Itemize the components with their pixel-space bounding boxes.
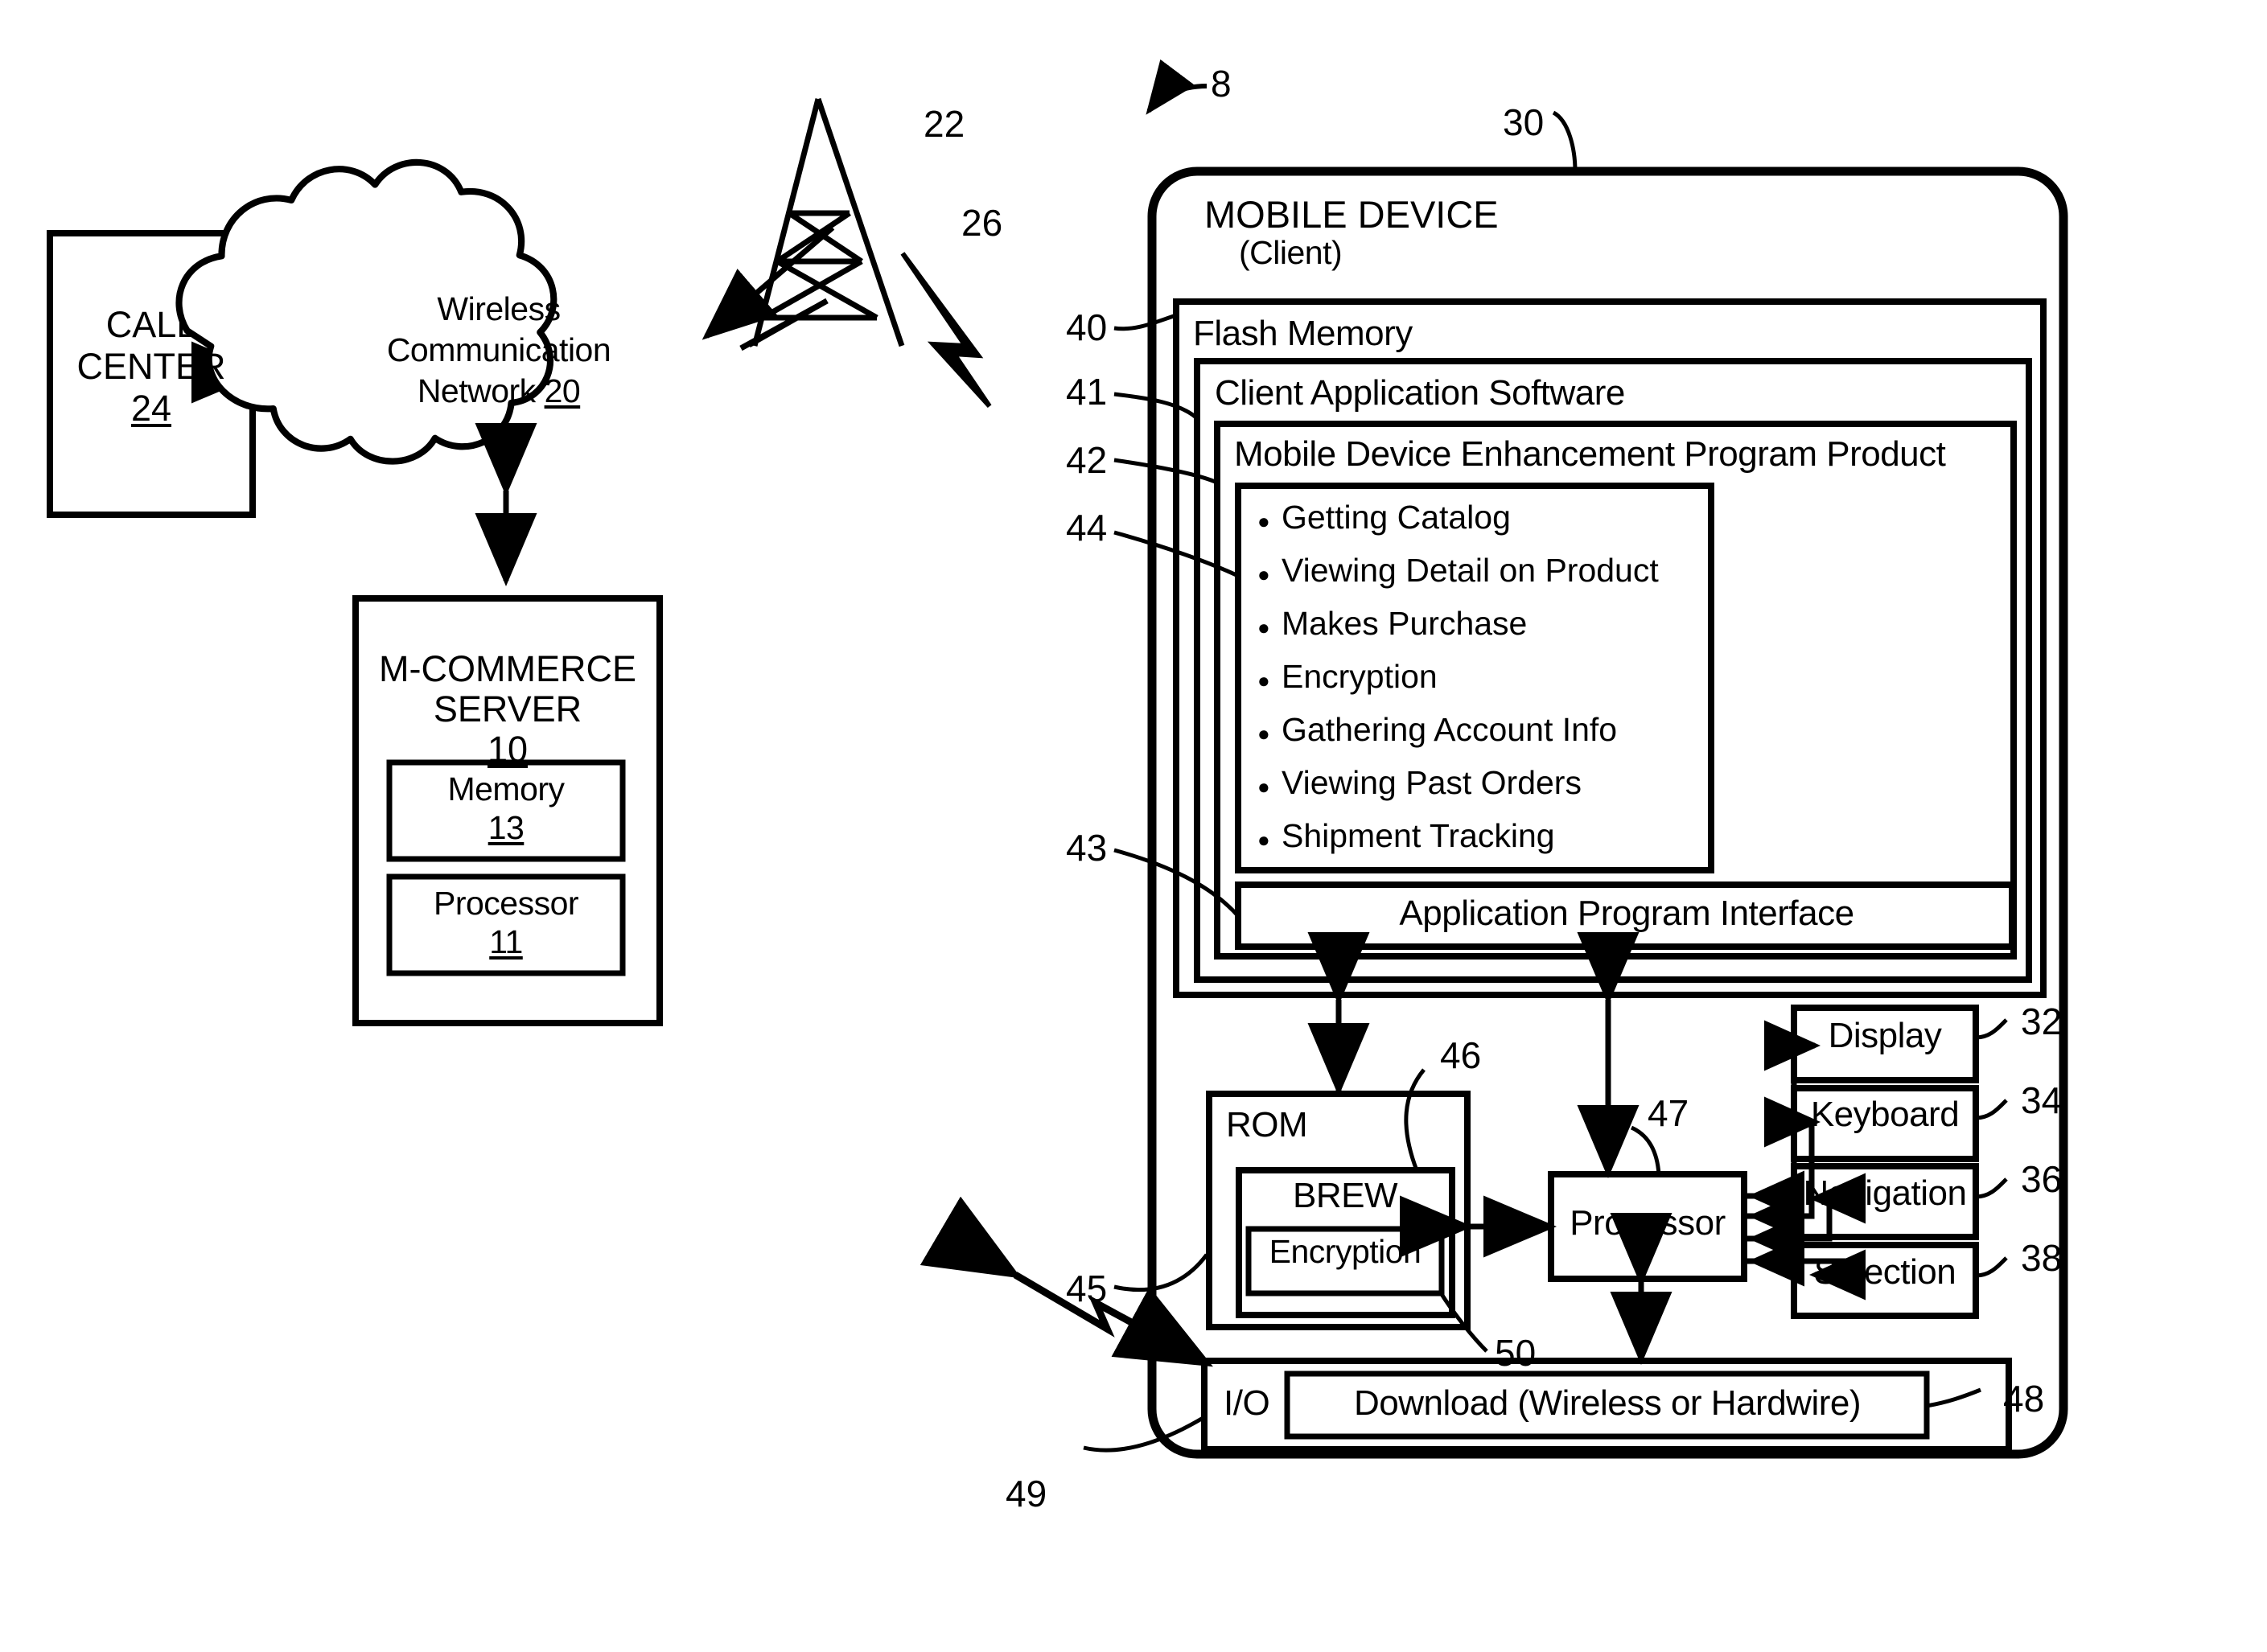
ref-peripheral-38: 38 <box>2021 1237 2063 1279</box>
download-label: Download (Wireless or Hardwire) <box>1354 1383 1862 1423</box>
bullet-dot-icon: ● <box>1257 615 1270 639</box>
mobile-device-title: MOBILE DEVICE <box>1204 193 1499 236</box>
bullet-dot-icon: ● <box>1257 509 1270 533</box>
call-center-line1: CALL <box>105 304 197 345</box>
feature-list-item: ● Getting Catalog <box>1257 499 1511 536</box>
mobile-device-subtitle: (Client) <box>1239 234 1343 271</box>
rom-label: ROM <box>1226 1105 1308 1144</box>
ref-feature-list-44: 44 <box>1066 507 1108 549</box>
call-center-line2: CENTER <box>76 346 226 387</box>
peripheral-label-display: Display <box>1828 1016 1942 1055</box>
cloud-line3: Network 20 <box>417 372 581 409</box>
feature-list-item-label: Getting Catalog <box>1282 499 1511 536</box>
system-ref-leader <box>1146 59 1208 115</box>
server-processor-label: Processor <box>433 885 579 922</box>
feature-list-item: ● Encryption <box>1257 658 1438 696</box>
ref-peripheral-34: 34 <box>2021 1079 2063 1121</box>
cell-tower-icon <box>739 97 905 351</box>
ref-client-app-software-41: 41 <box>1066 371 1108 413</box>
feature-list-item: ● Viewing Past Orders <box>1257 764 1582 802</box>
feature-list-item-label: Shipment Tracking <box>1282 817 1555 854</box>
cloud-line2: Communication <box>386 331 611 368</box>
client-app-software-label: Client Application Software <box>1215 373 1625 413</box>
ref-network-20: 20 <box>544 372 581 409</box>
bullet-dot-icon: ● <box>1257 721 1270 746</box>
peripheral-label-selection: Selection <box>1813 1252 1956 1292</box>
peripheral-label-navigation: Navigation <box>1803 1173 1967 1213</box>
ref-signal-26: 26 <box>961 202 1003 244</box>
flash-memory-label: Flash Memory <box>1193 314 1413 353</box>
wireless-signal-bolt-icon <box>900 252 992 409</box>
ref-io-49: 49 <box>1006 1473 1047 1514</box>
ref-api-43: 43 <box>1066 827 1108 869</box>
ref-mobile-device-30: 30 <box>1503 101 1545 143</box>
feature-list-item-label: Makes Purchase <box>1282 605 1528 642</box>
io-wireless-bolt-icon <box>920 1196 1213 1367</box>
ref-device-processor-47: 47 <box>1648 1092 1689 1134</box>
brew-label: BREW <box>1293 1176 1398 1215</box>
ref-rom-45: 45 <box>1066 1268 1108 1309</box>
api-label: Application Program Interface <box>1399 894 1854 933</box>
bullet-dot-icon: ● <box>1257 562 1270 586</box>
ref-system-8: 8 <box>1211 63 1232 105</box>
ref-brew-46: 46 <box>1440 1034 1482 1076</box>
server-memory-label: Memory <box>447 771 565 808</box>
bullet-dot-icon: ● <box>1257 668 1270 692</box>
feature-list-item-label: Viewing Detail on Product <box>1282 552 1659 589</box>
bullet-dot-icon: ● <box>1257 828 1270 852</box>
ref-server-memory-13: 13 <box>488 809 525 846</box>
patent-figure: 8 CALL CENTER 24 Wireless Communication … <box>0 0 2267 1652</box>
bullet-dot-icon: ● <box>1257 775 1270 799</box>
feature-list-item-label: Viewing Past Orders <box>1282 764 1582 801</box>
feature-list-item: ● Viewing Detail on Product <box>1257 552 1659 590</box>
feature-list-item-label: Gathering Account Info <box>1282 711 1618 748</box>
ref-peripheral-32: 32 <box>2021 1001 2063 1042</box>
ref-rom-encryption-50: 50 <box>1495 1332 1537 1374</box>
ref-enhancement-program-42: 42 <box>1066 439 1108 481</box>
io-label: I/O <box>1224 1383 1270 1423</box>
cloud-line1: Wireless <box>437 290 561 327</box>
ref-peripheral-36: 36 <box>2021 1158 2063 1200</box>
server-line2: SERVER <box>433 688 582 729</box>
device-processor-label: Processor <box>1570 1203 1726 1243</box>
enhancement-program-label: Mobile Device Enhancement Program Produc… <box>1234 434 1946 474</box>
ref-flash-memory-40: 40 <box>1066 306 1108 348</box>
cloud-network-text: Network <box>417 372 545 409</box>
feature-list-item: ● Gathering Account Info <box>1257 711 1617 749</box>
ref-download-48: 48 <box>2003 1378 2045 1420</box>
ref-call-center-24: 24 <box>130 388 172 429</box>
ref-server-processor-11: 11 <box>489 923 523 960</box>
ref-tower-22: 22 <box>924 103 965 145</box>
figure-line-art <box>47 59 2068 1459</box>
rom-encryption-label: Encryption <box>1269 1233 1422 1270</box>
peripheral-label-keyboard: Keyboard <box>1810 1095 1960 1134</box>
feature-list-item: ● Makes Purchase <box>1257 605 1527 643</box>
feature-list-item: ● Shipment Tracking <box>1257 817 1555 855</box>
feature-list-item-label: Encryption <box>1282 658 1438 695</box>
server-line1: M-COMMERCE <box>379 648 636 689</box>
ref-server-10: 10 <box>487 729 529 770</box>
